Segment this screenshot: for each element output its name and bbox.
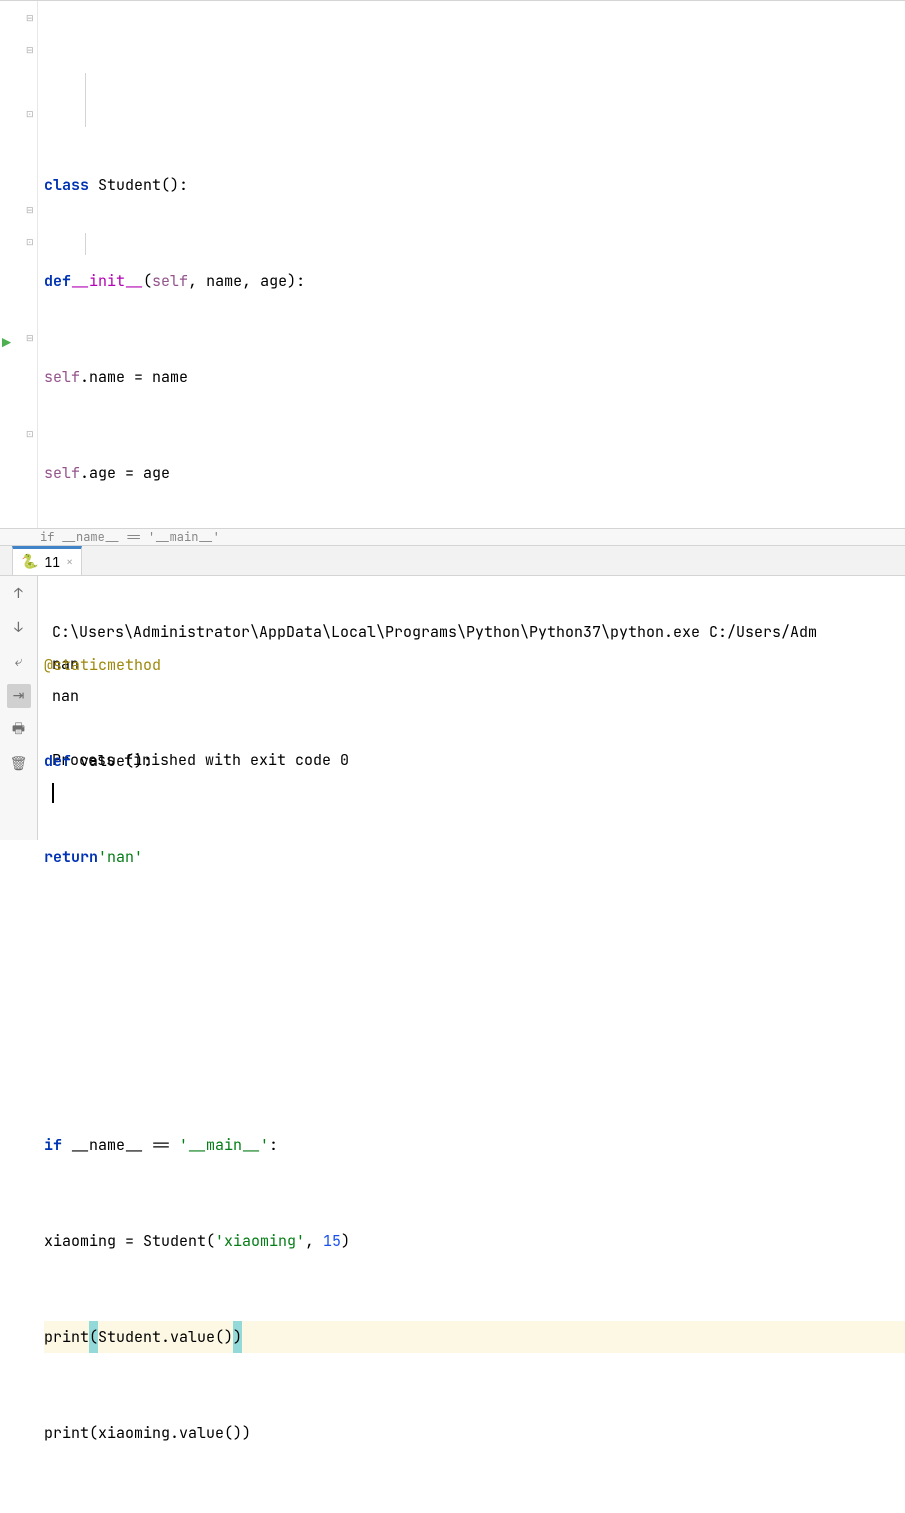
keyword-if: if — [44, 1129, 62, 1161]
print-call: print — [44, 1321, 89, 1353]
xm-string: 'xiaoming' — [215, 1225, 305, 1257]
keyword-class: class — [44, 169, 89, 201]
fold-end-icon[interactable]: ⊡ — [26, 108, 34, 120]
up-arrow-icon[interactable]: ↑ — [7, 582, 31, 606]
assign-name: .name = name — [80, 361, 188, 393]
print-call: print — [44, 1417, 89, 1449]
self-ref: self — [44, 457, 80, 489]
value-method: value(): — [71, 745, 152, 777]
close-paren: ) — [341, 1225, 350, 1257]
init-params: , name, age): — [188, 265, 305, 297]
print-arg2: (xiaoming.value()) — [89, 1417, 251, 1449]
print-arg: Student.value() — [98, 1321, 233, 1353]
paren-close-hl: ) — [233, 1321, 242, 1353]
decorator: @staticmethod — [44, 649, 161, 681]
keyword-return: return — [44, 841, 98, 873]
run-icon[interactable]: ▶ — [2, 333, 11, 353]
scroll-to-end-icon[interactable]: ⇥ — [7, 684, 31, 708]
console-toolbar: ↑ ↓ ⤶ ⇥ 🖶 🗑 — [0, 576, 38, 840]
down-arrow-icon[interactable]: ↓ — [7, 616, 31, 640]
nan-string: 'nan' — [98, 841, 143, 873]
main-string: '__main__' — [179, 1129, 269, 1161]
keyword-def: def — [44, 745, 71, 777]
fold-icon[interactable]: ⊟ — [26, 44, 34, 56]
paren: ( — [143, 265, 152, 297]
self-param: self — [152, 265, 188, 297]
code-editor[interactable]: class Student(): def __init__(self, name… — [38, 1, 905, 528]
fold-end-icon[interactable]: ⊡ — [26, 428, 34, 440]
fold-icon[interactable]: ⊟ — [26, 12, 34, 24]
paren-open-hl: ( — [89, 1321, 98, 1353]
num-15: 15 — [323, 1225, 341, 1257]
editor-area: ⊟ ⊟ ⊡ ⊟ ⊡ ▶ ⊟ ⊡ class Student(): def __i… — [0, 1, 905, 529]
class-decl: Student(): — [89, 169, 188, 201]
fold-icon[interactable]: ⊟ — [26, 204, 34, 216]
name-check: __name__ == — [62, 1129, 179, 1161]
gutter: ⊟ ⊟ ⊡ ⊟ ⊡ ▶ ⊟ ⊡ — [0, 1, 38, 528]
print-icon[interactable]: 🖶 — [7, 718, 31, 742]
keyword-def: def — [44, 265, 71, 297]
soft-wrap-icon[interactable]: ⤶ — [7, 650, 31, 674]
self-ref: self — [44, 361, 80, 393]
comma: , — [305, 1225, 323, 1257]
init-method: __init__ — [71, 265, 143, 297]
fold-icon[interactable]: ⊟ — [26, 332, 34, 344]
colon: : — [269, 1129, 278, 1161]
trash-icon[interactable]: 🗑 — [7, 752, 31, 776]
assign-xm: xiaoming = Student( — [44, 1225, 215, 1257]
assign-age: .age = age — [80, 457, 170, 489]
fold-end-icon[interactable]: ⊡ — [26, 236, 34, 248]
python-icon: 🐍 — [21, 553, 38, 571]
